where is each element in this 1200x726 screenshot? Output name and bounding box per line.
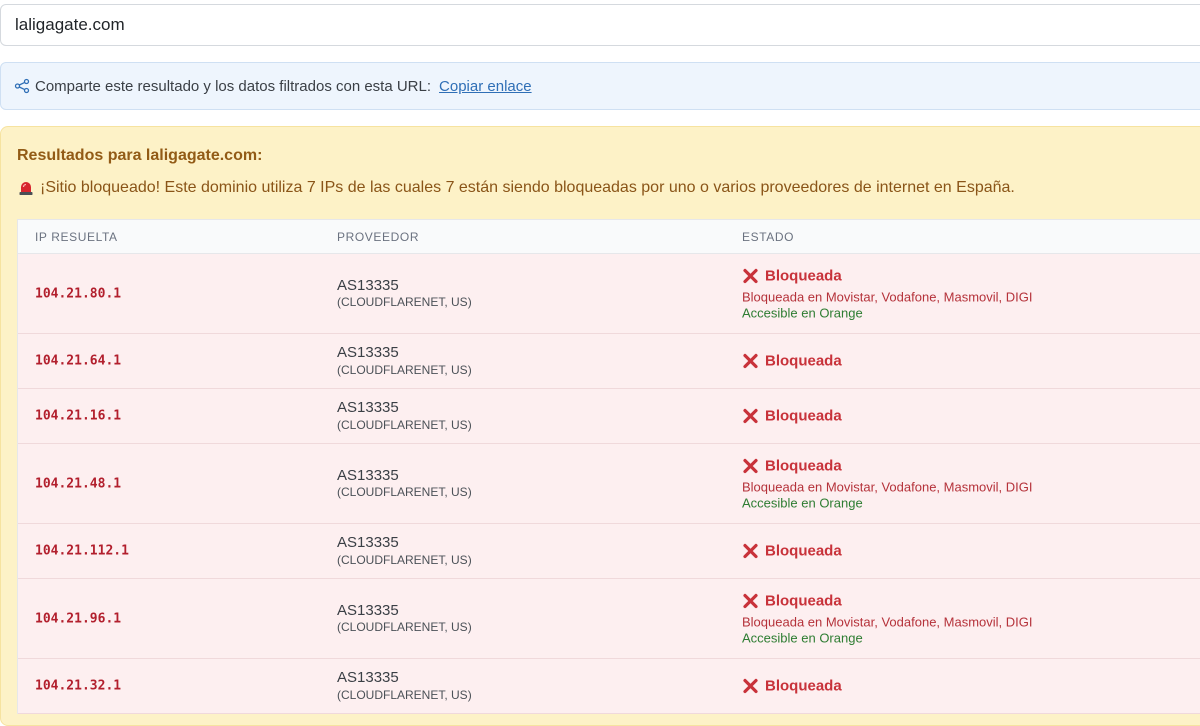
provider-cell: AS13335 (CLOUDFLARENET, US)	[337, 277, 472, 311]
blocked-providers: Bloqueada en Movistar, Vodafone, Masmovi…	[742, 289, 1033, 304]
asn: AS13335	[337, 344, 399, 362]
cross-mark-icon	[742, 678, 759, 695]
asn: AS13335	[337, 399, 399, 417]
status-badge: Bloqueada	[742, 543, 842, 560]
cross-mark-icon	[742, 267, 759, 284]
provider-cell: AS13335 (CLOUDFLARENET, US)	[337, 399, 472, 433]
results-panel: Resultados para laligagate.com: ¡Sitio b…	[0, 126, 1200, 726]
status-label: Bloqueada	[765, 592, 842, 609]
copy-link-button[interactable]: Copiar enlace	[439, 78, 532, 95]
ip-address: 104.21.32.1	[35, 678, 122, 694]
accessible-providers: Accesible en Orange	[742, 305, 863, 320]
provider-org: (CLOUDFLARENET, US)	[337, 362, 472, 377]
ip-results-table: IP RESUELTA PROVEEDOR ESTADO 104.21.80.1…	[17, 219, 1200, 714]
status-badge: Bloqueada	[742, 267, 1033, 284]
asn: AS13335	[337, 601, 399, 619]
provider-org: (CLOUDFLARENET, US)	[337, 687, 472, 702]
provider-cell: AS13335 (CLOUDFLARENET, US)	[337, 344, 472, 378]
status-label: Bloqueada	[765, 352, 842, 370]
state-cell: Bloqueada	[742, 678, 842, 695]
cross-mark-icon	[742, 543, 759, 560]
asn: AS13335	[337, 276, 399, 294]
provider-cell: AS13335 (CLOUDFLARENET, US)	[337, 467, 472, 501]
share-text: Comparte este resultado y los datos filt…	[35, 77, 432, 95]
alert-text: ¡Sitio bloqueado! Este dominio utiliza 7…	[40, 179, 1015, 196]
table-header: IP RESUELTA PROVEEDOR ESTADO	[18, 220, 1200, 254]
state-cell: Bloqueada Bloqueada en Movistar, Vodafon…	[742, 267, 1033, 320]
blocked-providers: Bloqueada en Movistar, Vodafone, Masmovi…	[742, 479, 1033, 494]
state-cell: Bloqueada	[742, 408, 842, 425]
table-row: 104.21.32.1 AS13335 (CLOUDFLARENET, US) …	[18, 659, 1200, 714]
blocked-alert: ¡Sitio bloqueado! Este dominio utiliza 7…	[17, 179, 1015, 197]
siren-icon	[17, 179, 35, 197]
share-bar: Comparte este resultado y los datos filt…	[0, 62, 1200, 110]
state-cell: Bloqueada Bloqueada en Movistar, Vodafon…	[742, 592, 1033, 645]
status-label: Bloqueada	[765, 677, 842, 695]
results-title: Resultados para laligagate.com:	[17, 147, 263, 164]
status-badge: Bloqueada	[742, 592, 1033, 609]
table-row: 104.21.64.1 AS13335 (CLOUDFLARENET, US) …	[18, 334, 1200, 389]
ip-address: 104.21.112.1	[35, 543, 129, 559]
table-row: 104.21.16.1 AS13335 (CLOUDFLARENET, US) …	[18, 389, 1200, 444]
provider-org: (CLOUDFLARENET, US)	[337, 552, 472, 567]
asn: AS13335	[337, 534, 399, 552]
state-cell: Bloqueada	[742, 543, 842, 560]
header-provider: PROVEEDOR	[337, 229, 420, 244]
table-row: 104.21.112.1 AS13335 (CLOUDFLARENET, US)…	[18, 524, 1200, 579]
table-row: 104.21.48.1 AS13335 (CLOUDFLARENET, US) …	[18, 444, 1200, 524]
provider-org: (CLOUDFLARENET, US)	[337, 485, 472, 500]
status-badge: Bloqueada	[742, 408, 842, 425]
asn: AS13335	[337, 466, 399, 484]
provider-org: (CLOUDFLARENET, US)	[337, 295, 472, 310]
provider-cell: AS13335 (CLOUDFLARENET, US)	[337, 602, 472, 636]
accessible-providers: Accesible en Orange	[742, 630, 863, 645]
state-cell: Bloqueada Bloqueada en Movistar, Vodafon…	[742, 457, 1033, 510]
status-badge: Bloqueada	[742, 457, 1033, 474]
status-badge: Bloqueada	[742, 678, 842, 695]
cross-mark-icon	[742, 457, 759, 474]
share-icon	[14, 78, 30, 94]
table-row: 104.21.96.1 AS13335 (CLOUDFLARENET, US) …	[18, 579, 1200, 659]
provider-org: (CLOUDFLARENET, US)	[337, 417, 472, 432]
ip-address: 104.21.48.1	[35, 476, 122, 491]
provider-cell: AS13335 (CLOUDFLARENET, US)	[337, 669, 472, 703]
provider-cell: AS13335 (CLOUDFLARENET, US)	[337, 534, 472, 568]
status-label: Bloqueada	[765, 407, 842, 425]
status-badge: Bloqueada	[742, 353, 842, 370]
cross-mark-icon	[742, 353, 759, 370]
ip-address: 104.21.96.1	[35, 611, 122, 626]
provider-org: (CLOUDFLARENET, US)	[337, 620, 472, 635]
cross-mark-icon	[742, 408, 759, 425]
blocked-providers: Bloqueada en Movistar, Vodafone, Masmovi…	[742, 614, 1033, 629]
status-label: Bloqueada	[765, 267, 842, 284]
header-state: ESTADO	[742, 229, 795, 244]
ip-address: 104.21.64.1	[35, 353, 122, 369]
cross-mark-icon	[742, 592, 759, 609]
header-ip: IP RESUELTA	[35, 229, 118, 244]
state-cell: Bloqueada	[742, 353, 842, 370]
status-label: Bloqueada	[765, 542, 842, 560]
accessible-providers: Accesible en Orange	[742, 495, 863, 510]
asn: AS13335	[337, 669, 399, 687]
ip-address: 104.21.80.1	[35, 286, 122, 301]
domain-search-input[interactable]	[0, 4, 1200, 46]
table-row: 104.21.80.1 AS13335 (CLOUDFLARENET, US) …	[18, 254, 1200, 334]
ip-address: 104.21.16.1	[35, 408, 122, 424]
status-label: Bloqueada	[765, 457, 842, 474]
